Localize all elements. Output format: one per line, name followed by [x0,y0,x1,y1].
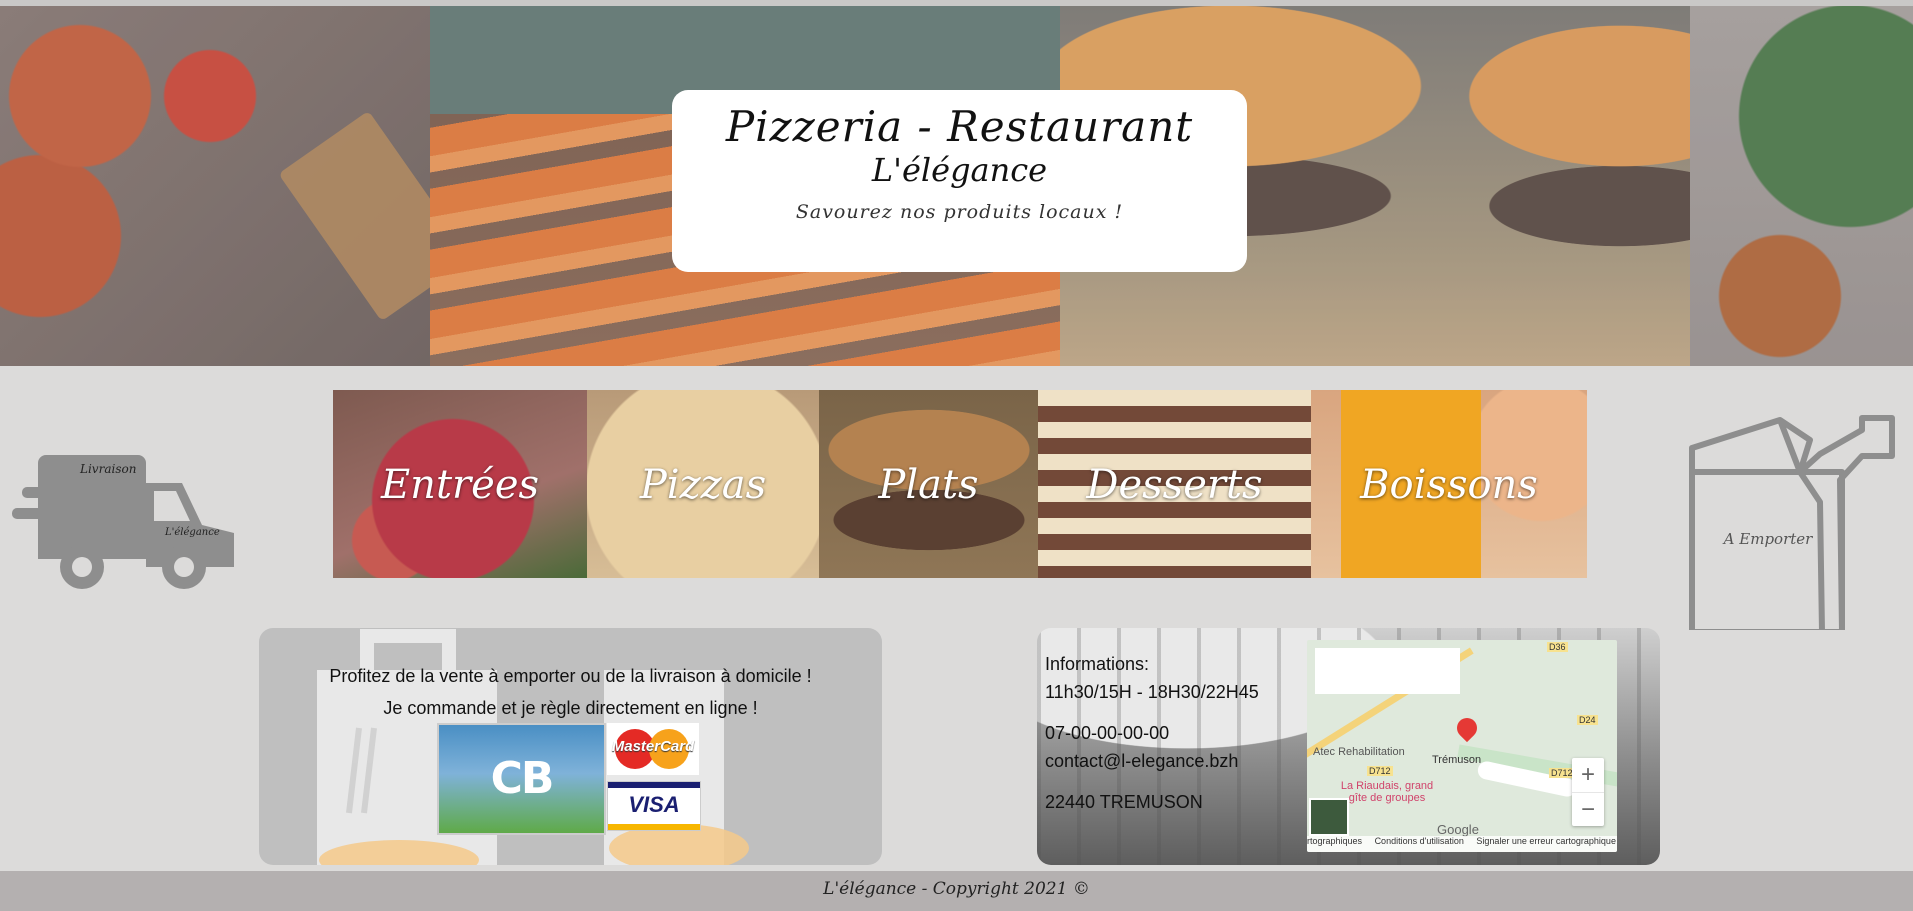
zoom-in-button[interactable]: + [1572,758,1604,793]
payment-cards: CB MasterCard VISA [437,723,707,835]
map-info-box[interactable] [1315,648,1460,694]
takeaway-label: A Emporter [1723,530,1813,548]
category-label: Pizzas [639,462,767,508]
delivery-link[interactable]: Livraison L'élégance [12,455,237,595]
visa-logo-text: VISA [628,792,680,817]
order-line-1: Profitez de la vente à emporter ou de la… [329,666,812,686]
zoom-out-button[interactable]: − [1572,793,1604,827]
category-label: Entrées [380,462,540,508]
contact-info: Informations: 11h30/15H - 18H30/22H45 07… [1045,650,1259,816]
opening-hours: 11h30/15H - 18H30/22H45 [1045,682,1259,702]
category-label: Plats [878,462,979,508]
site-tagline: Savourez nos produits locaux ! [795,201,1124,223]
info-panel: Informations: 11h30/15H - 18H30/22H45 07… [1037,628,1660,865]
category-boissons[interactable]: Boissons [1311,390,1587,578]
phone-number[interactable]: 07-00-00-00-00 [1045,719,1259,747]
map-footer: rtographiques Conditions d'utilisation S… [1307,836,1617,852]
mastercard-logo: MasterCard [607,723,699,775]
map-layer-thumbnail[interactable] [1309,798,1349,836]
takeaway-bag-icon [1689,415,1895,635]
category-strip: Entrées Pizzas Plats Desserts Boissons [333,390,1587,578]
category-label: Desserts [1086,462,1263,508]
title-card: Pizzeria - Restaurant L'élégance Savoure… [672,90,1247,272]
delivery-label: Livraison [80,462,137,476]
category-label: Boissons [1360,462,1538,508]
site-title: Pizzeria - Restaurant [725,102,1194,151]
takeaway-link[interactable]: A Emporter [1680,410,1900,635]
mastercard-logo-text: MasterCard [611,738,695,755]
visa-logo: VISA [607,781,701,831]
visa-band-top [608,782,700,788]
postal-address: 22440 TREMUSON [1045,792,1203,812]
map-road-label: D24 [1577,715,1598,725]
map-data-credit: rtographiques [1307,836,1363,846]
page-footer: L'élégance - Copyright 2021 © [0,871,1913,911]
category-pizzas[interactable]: Pizzas [587,390,819,578]
map-place-label[interactable]: Atec Rehabilitation [1313,746,1405,758]
category-desserts[interactable]: Desserts [1038,390,1311,578]
map-place-label[interactable]: La Riaudais, grand gîte de groupes [1337,780,1437,804]
map-road-label: D712 [1549,768,1575,778]
map-zoom-control: + − [1572,758,1604,826]
map-road-label: D36 [1547,642,1568,652]
google-logo: Google [1437,822,1479,837]
map-road-label: D712 [1367,766,1393,776]
email-address[interactable]: contact@l-elegance.bzh [1045,747,1259,775]
delivery-brand: L'élégance [165,527,220,538]
order-line-2: Je commande et je règle directement en l… [383,698,758,718]
map-terms-link[interactable]: Conditions d'utilisation [1375,836,1464,846]
category-entrees[interactable]: Entrées [333,390,587,578]
copyright-text: L'élégance - Copyright 2021 © [823,879,1090,899]
site-subtitle: L'élégance [871,151,1048,189]
order-text-block: Profitez de la vente à emporter ou de la… [259,660,882,724]
map-report-link[interactable]: Signaler une erreur cartographique [1476,836,1616,846]
visa-band-bottom [608,824,700,830]
cb-card-logo: CB [437,723,606,835]
delivery-truck-icon [12,455,234,589]
category-plats[interactable]: Plats [819,390,1038,578]
cb-logo-text: CB [490,753,555,804]
order-panel: Profitez de la vente à emporter ou de la… [259,628,882,865]
embedded-map[interactable]: D36 D24 Atec Rehabilitation Trémuson D71… [1307,640,1617,852]
info-heading: Informations: [1045,654,1150,674]
map-place-label: Trémuson [1432,754,1482,766]
map-pin-icon[interactable] [1452,713,1482,743]
